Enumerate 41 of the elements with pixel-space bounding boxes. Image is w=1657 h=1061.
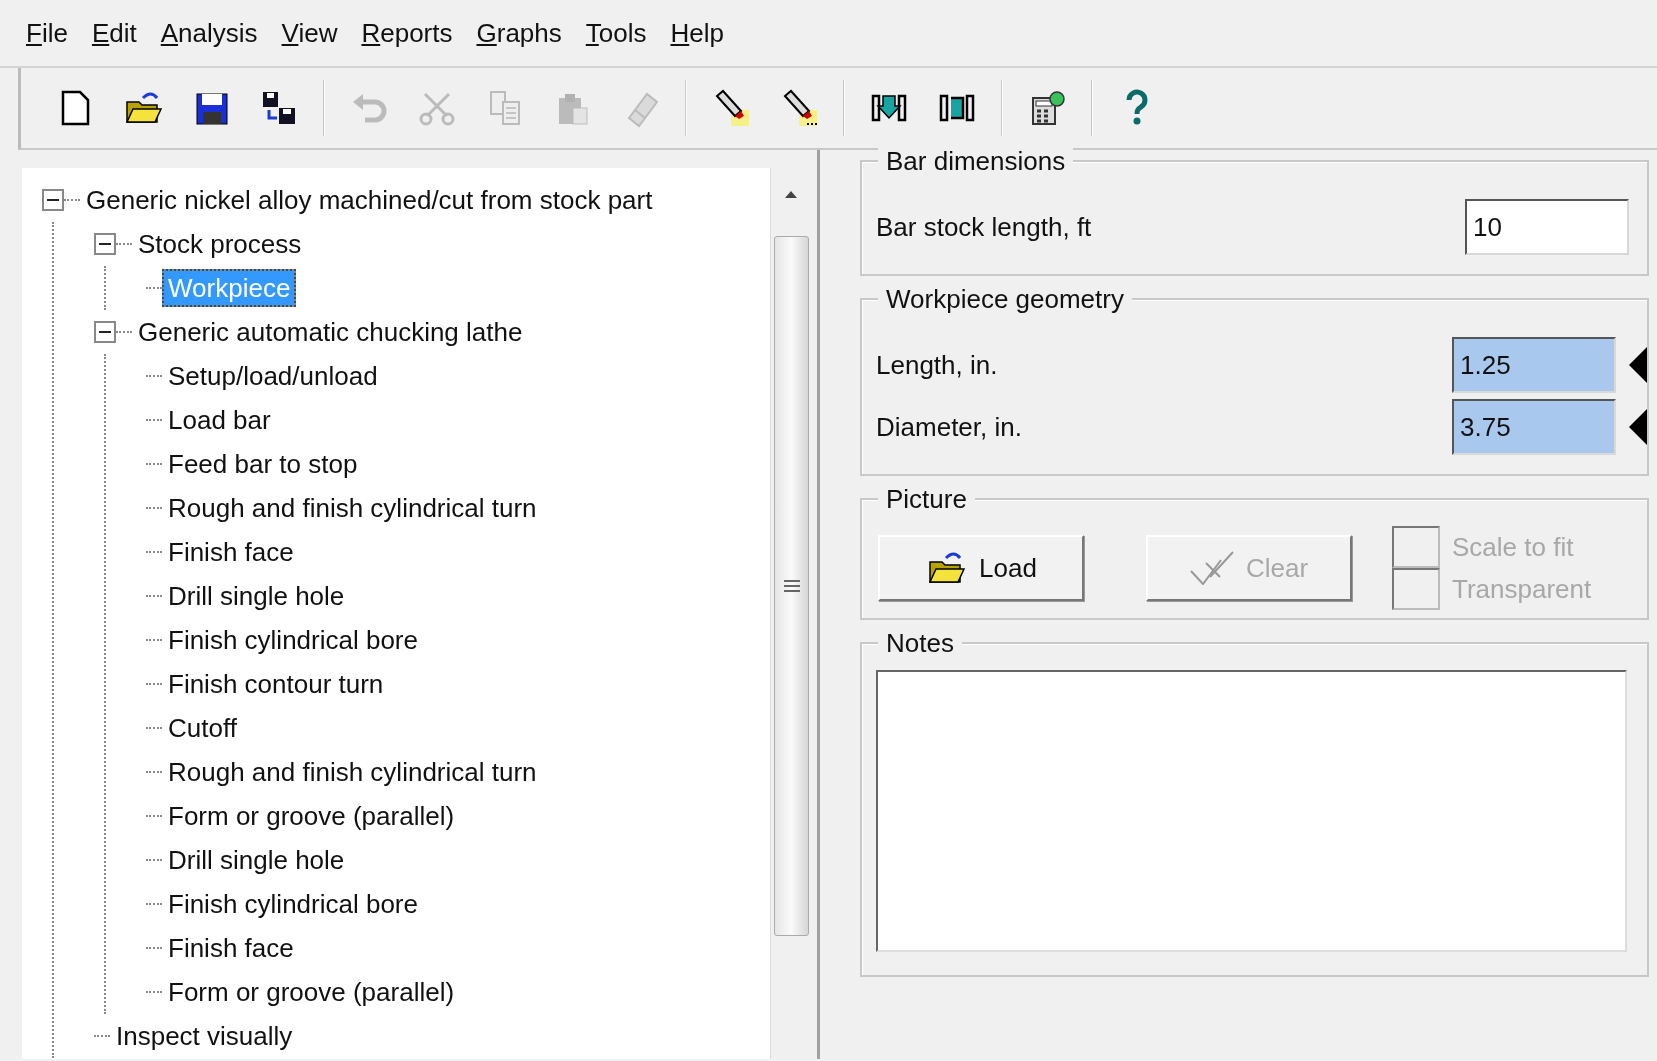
tree-item[interactable]: Rough and finish cylindrical turn: [162, 489, 543, 527]
tree-item[interactable]: Finish cylindrical bore: [162, 621, 424, 659]
collapse-toggle[interactable]: [94, 233, 116, 255]
collapse-toggle[interactable]: [94, 321, 116, 343]
tree-item[interactable]: Finish contour turn: [162, 665, 390, 703]
menu-item[interactable]: File: [14, 13, 80, 53]
menu-item[interactable]: Reports: [349, 13, 465, 53]
notes-field[interactable]: [876, 670, 1627, 952]
menu-item[interactable]: Help: [658, 13, 736, 53]
checkbox-label: Transparent: [1452, 572, 1592, 606]
input-field[interactable]: 3.75: [1452, 399, 1616, 455]
tree-item[interactable]: Load bar: [162, 401, 277, 439]
input-field[interactable]: 10: [1465, 199, 1629, 255]
menu-item[interactable]: Graphs: [464, 13, 574, 53]
field-label: Bar stock length, ft: [876, 210, 1092, 244]
scroll-thumb[interactable]: [774, 236, 809, 936]
menu-item[interactable]: View: [269, 13, 350, 53]
menu-item[interactable]: Edit: [79, 13, 149, 53]
tree-item[interactable]: Cutoff: [162, 709, 243, 747]
collapse-toggle[interactable]: [42, 189, 64, 211]
tree-item[interactable]: Setup/load/unload: [162, 357, 384, 395]
tree-item[interactable]: Generic nickel alloy machined/cut from stock part: [80, 181, 659, 219]
tree-item[interactable]: Generic automatic chucking lathe: [132, 313, 529, 351]
tree-item[interactable]: Inspect visually: [110, 1017, 299, 1055]
menu-item[interactable]: Tools: [573, 13, 659, 53]
tree-item[interactable]: Feed bar to stop: [162, 445, 364, 483]
tree-item[interactable]: Finish face: [162, 929, 300, 967]
tree-item[interactable]: Drill single hole: [162, 577, 351, 615]
menu-item[interactable]: Analysis: [148, 13, 270, 53]
tree-item[interactable]: Drill single hole: [162, 841, 351, 879]
tree-item[interactable]: Rough and finish cylindrical turn: [162, 753, 543, 791]
tree-item[interactable]: Stock process: [132, 225, 308, 263]
tree-item[interactable]: Finish cylindrical bore: [162, 885, 424, 923]
tree-item[interactable]: Finish face: [162, 533, 300, 571]
input-field[interactable]: 1.25: [1452, 337, 1616, 393]
checkbox-label: Scale to fit: [1452, 530, 1574, 564]
tree-item[interactable]: Form or groove (parallel): [162, 797, 461, 835]
field-label: Diameter, in.: [876, 410, 1022, 444]
field-label: Length, in.: [876, 348, 998, 382]
tree-item[interactable]: Form or groove (parallel): [162, 973, 461, 1011]
picture-button[interactable]: Load: [878, 535, 1084, 601]
